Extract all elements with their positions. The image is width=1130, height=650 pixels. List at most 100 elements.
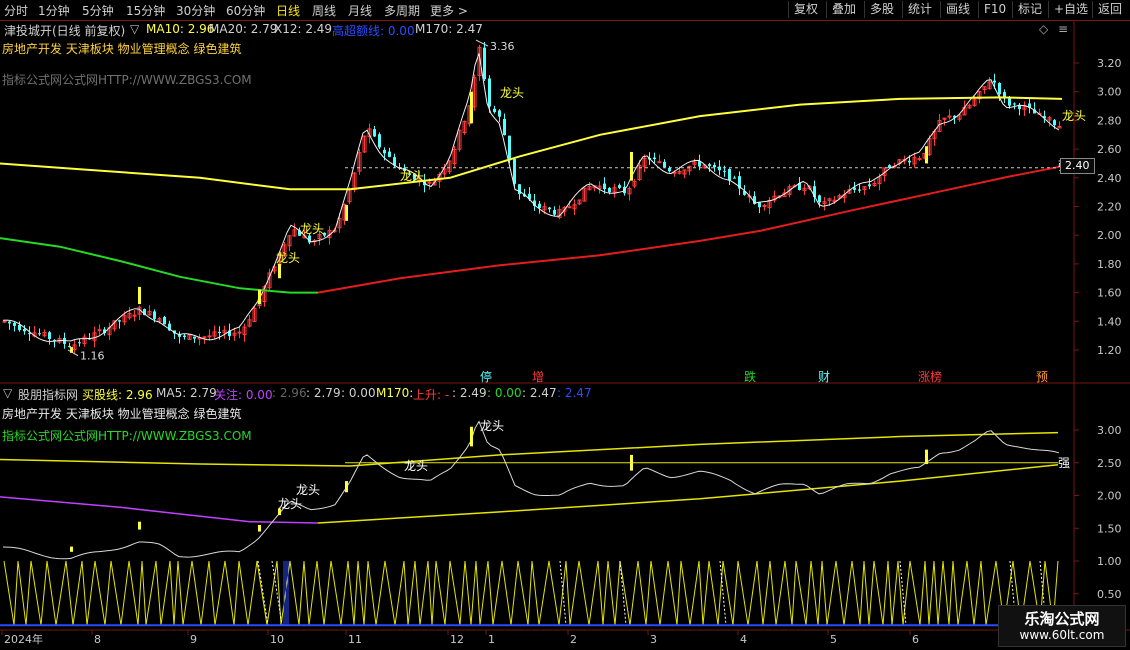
x-tick-label: 11 [348, 633, 362, 646]
candle-body-down [218, 331, 221, 334]
period-tab-9[interactable]: 多周期 [384, 2, 420, 19]
highlight-line-value: 高超额线: 0.00 [332, 24, 415, 38]
candle-body-up [657, 161, 662, 164]
main-y-tick-label: 2.80 [1097, 114, 1122, 127]
period-tab-0[interactable]: 分时 [4, 2, 28, 19]
candle-body-down [23, 329, 26, 332]
candle-body-down [1053, 120, 1056, 126]
sub-y-tick-label: 3.00 [1097, 424, 1122, 437]
main-y-tick-label: 2.40 [1097, 172, 1122, 185]
value-1: : 2.96 [272, 386, 307, 400]
period-tab-7[interactable]: 周线 [312, 2, 336, 19]
candle-body-down [723, 170, 726, 172]
indicator-collapse-icon[interactable]: ▽ [3, 386, 12, 400]
diamond-icon[interactable]: ◇ [1039, 22, 1048, 36]
candle-body-down [373, 129, 376, 137]
toolbar-button-4[interactable]: 画线 [940, 1, 975, 18]
candle-body-up [2, 320, 7, 323]
event-tag: 增 [532, 370, 544, 384]
value-6: : 2.47 [522, 386, 557, 400]
signal-bar [925, 146, 928, 164]
value-2: : 2.79 [306, 386, 341, 400]
candle-body-down [663, 161, 666, 168]
oscillator-dash [257, 560, 269, 626]
event-tag: 涨榜 [918, 369, 942, 384]
brand-name: 乐淘公式网 [1024, 610, 1100, 628]
candle-body-down [548, 207, 551, 210]
candle-body-down [488, 78, 491, 107]
candle-body-up [132, 314, 137, 317]
candle-body-down [183, 335, 186, 338]
candle-body-down [193, 336, 196, 339]
signal-label: 龙头 [500, 86, 524, 100]
ma10-value: MA10: 2.96 [146, 22, 215, 36]
concept-tags: 房地产开发 天津板块 物业管理概念 绿色建筑 [2, 42, 242, 56]
signal-bar [258, 289, 261, 305]
indicator-pane[interactable]: 龙头龙头龙头龙头强 [0, 419, 1070, 627]
candle-body-down [718, 166, 721, 171]
sub-y-tick-label: 1.50 [1097, 522, 1122, 535]
sub-y-tick-label: 0.50 [1097, 588, 1122, 601]
candle-body-down [728, 169, 731, 181]
main-y-tick-label: 1.60 [1097, 287, 1122, 300]
value-7: : 2.47 [557, 386, 592, 400]
candle-body-down [653, 157, 656, 160]
ma-yellow-line [0, 96, 1063, 191]
indicator-watermark: 指标公式网公式网HTTP://WWW.ZBGS3.COM [2, 429, 252, 443]
toolbar-button-5[interactable]: F10 [978, 1, 1011, 18]
indicator-bar [925, 449, 928, 465]
candle-body-down [818, 195, 821, 203]
sub-y-tick-label: 2.50 [1097, 457, 1122, 470]
value-3: : 0.00 [341, 386, 376, 400]
main-price-pane[interactable]: 3.361.16龙头龙头龙头龙头龙头强停增跌财涨榜预 [0, 39, 1086, 384]
x-tick-label: 10 [270, 633, 284, 646]
brand-watermark: 乐淘公式网 www.60lt.com [998, 605, 1126, 647]
candle-body-down [13, 322, 16, 326]
period-tab-8[interactable]: 月线 [348, 2, 372, 19]
candle-body-down [553, 209, 556, 215]
sub-y-tick-label: 2.00 [1097, 490, 1122, 503]
toolbar-button-8[interactable]: 返回 [1092, 1, 1127, 18]
indicator-name: 股朋指标网 [18, 388, 79, 402]
main-y-tick-label: 1.20 [1097, 344, 1122, 357]
period-tab-10[interactable]: 更多 > [430, 2, 468, 19]
stock-chart[interactable]: 3.361.16龙头龙头龙头龙头龙头强停增跌财涨榜预 龙头龙头龙头龙头强 3.2… [0, 21, 1130, 650]
candle-body-up [202, 336, 207, 339]
candle-body-down [78, 342, 81, 344]
toolbar-button-2[interactable]: 多股 [864, 1, 899, 18]
candle-body-up [97, 329, 102, 332]
indicator-signal-label: 龙头 [480, 419, 504, 433]
x-tick-label: 4 [740, 633, 747, 646]
toolbar-button-3[interactable]: 统计 [902, 1, 937, 18]
x-tick-label: 8 [94, 633, 101, 646]
x-tick-label: 9 [190, 633, 197, 646]
candle-body-up [917, 158, 922, 161]
signal-label: 龙头 [400, 169, 424, 183]
oscillator-line [3, 560, 1059, 626]
period-tab-2[interactable]: 5分钟 [82, 2, 114, 19]
ma-green-line [0, 237, 318, 294]
indicator-bar [258, 524, 261, 532]
menu-icon[interactable]: ≡ [1058, 22, 1068, 36]
toolbar-button-6[interactable]: 标记 [1012, 1, 1047, 18]
indicator-bar [70, 546, 73, 552]
toolbar-button-7[interactable]: +自选 [1048, 1, 1093, 18]
oscillator-band [0, 560, 1062, 627]
candle-body-down [603, 183, 606, 190]
indicator-bar [345, 481, 348, 493]
x-tick-label: 12 [450, 633, 464, 646]
main-y-tick-label: 1.80 [1097, 258, 1122, 271]
main-y-tick-label: 3.20 [1097, 57, 1122, 70]
period-tab-5[interactable]: 60分钟 [226, 2, 265, 19]
period-tab-3[interactable]: 15分钟 [126, 2, 165, 19]
period-tab-6[interactable]: 日线 [276, 2, 300, 19]
x-tick-label: 2 [570, 633, 577, 646]
collapse-icon[interactable]: ▽ [130, 22, 139, 36]
indicator-signal-label: 龙头 [278, 497, 302, 511]
x-tick-label: 2024年 [4, 632, 43, 646]
toolbar-button-1[interactable]: 叠加 [826, 1, 861, 18]
toolbar-button-0[interactable]: 复权 [788, 1, 823, 18]
main-y-tick-label: 3.00 [1097, 86, 1122, 99]
period-tab-1[interactable]: 1分钟 [38, 2, 70, 19]
period-tab-4[interactable]: 30分钟 [176, 2, 215, 19]
